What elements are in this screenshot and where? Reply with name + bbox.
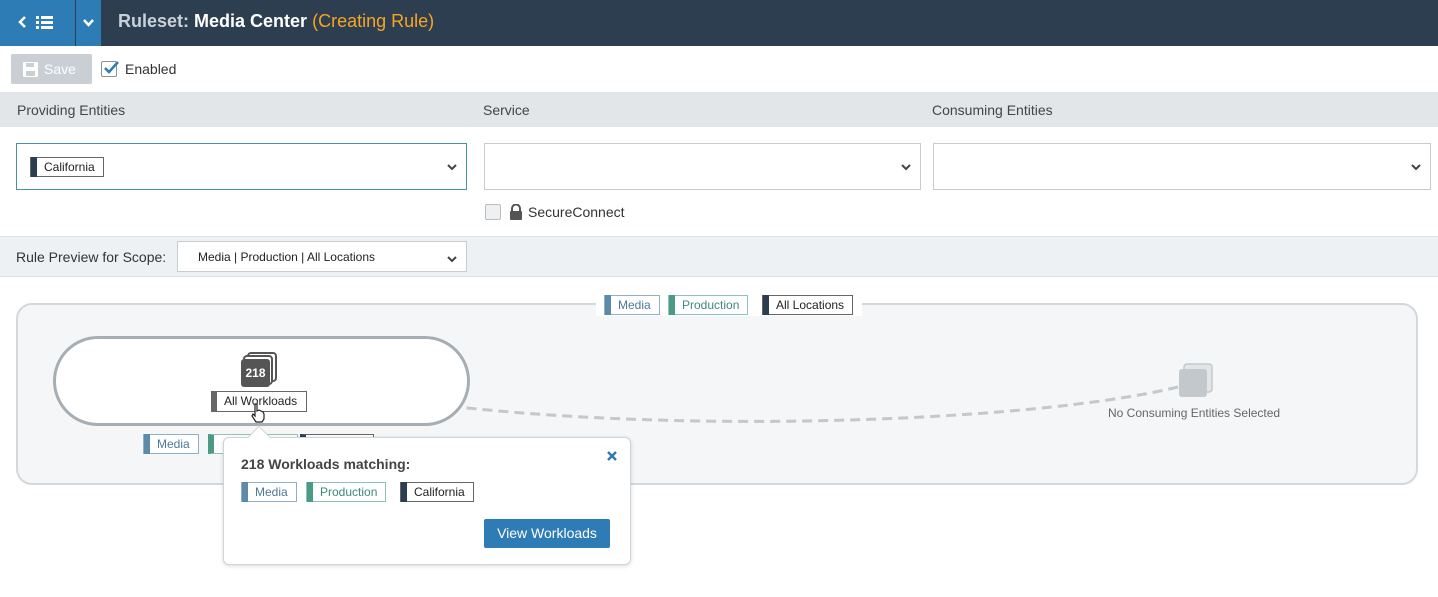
- provider-chip-media: Media: [143, 434, 199, 454]
- hand-cursor-icon: [251, 403, 265, 423]
- popover-chip-media: Media: [241, 482, 297, 502]
- popover-title: 218 Workloads matching:: [241, 456, 411, 472]
- view-workloads-button[interactable]: View Workloads: [484, 519, 610, 548]
- empty-workload-stack-icon: [1179, 363, 1213, 397]
- close-icon[interactable]: [606, 450, 618, 462]
- workloads-popover: 218 Workloads matching: Media Production…: [223, 425, 631, 565]
- popover-chip-production: Production: [306, 482, 387, 502]
- no-consumer-label: No Consuming Entities Selected: [1108, 406, 1281, 420]
- popover-chip-california: California: [400, 482, 474, 502]
- rule-connection-line: [274, 370, 1179, 423]
- workload-count: 218: [245, 366, 266, 380]
